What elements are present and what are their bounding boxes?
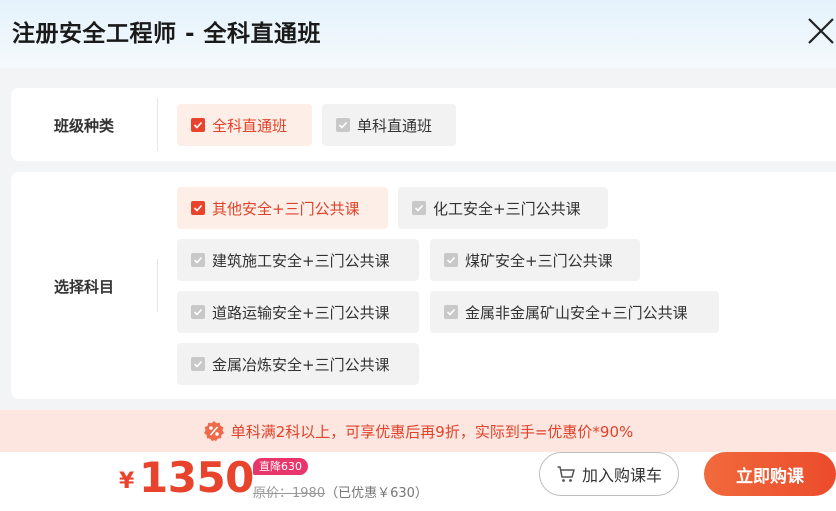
option-label: 金属非金属矿山安全+三门公共课 (465, 303, 688, 322)
checkbox-icon (444, 253, 458, 267)
subject-option[interactable]: 金属冶炼安全+三门公共课 (177, 343, 419, 385)
subject-option[interactable]: 建筑施工安全+三门公共课 (177, 239, 419, 281)
cart-icon (557, 466, 575, 482)
modal-header: 注册安全工程师 - 全科直通班 (0, 0, 836, 68)
purchase-footer: ¥ 1350 直降630 原价：1980（已优惠￥630） 加入购课车 立即购课 (0, 452, 836, 511)
option-label: 金属冶炼安全+三门公共课 (212, 355, 390, 374)
option-label: 化工安全+三门公共课 (433, 199, 581, 218)
promo-banner: 单科满2科以上，可享优惠后再9折，实际到手=优惠价*90% (0, 410, 836, 452)
class-type-label: 班级种类 (53, 117, 114, 135)
original-price-value: 1980 (292, 486, 326, 501)
checkbox-checked-icon (191, 201, 205, 215)
subject-option[interactable]: 其他安全+三门公共课 (177, 187, 388, 229)
add-to-cart-label: 加入购课车 (581, 466, 662, 485)
currency-symbol: ¥ (119, 469, 135, 494)
original-price-line: 原价：1980（已优惠￥630） (253, 482, 428, 501)
saved-amount: （已优惠￥630） (325, 486, 428, 501)
class-type-panel: 班级种类 全科直通班 单科直通班 (11, 88, 836, 161)
checkbox-icon (191, 357, 205, 371)
page-title: 注册安全工程师 - 全科直通班 (12, 21, 322, 47)
subject-panel: 选择科目 其他安全+三门公共课 化工安全+三门公共课 建筑施工安全+三门公共课 … (11, 172, 836, 399)
checkbox-icon (191, 253, 205, 267)
add-to-cart-button[interactable]: 加入购课车 (539, 452, 679, 496)
option-label: 建筑施工安全+三门公共课 (212, 251, 390, 270)
discount-badge: 直降630 (253, 458, 308, 475)
buy-now-button[interactable]: 立即购课 (704, 452, 836, 496)
original-price: 原价：1980 (253, 486, 325, 501)
checkbox-checked-icon (191, 118, 205, 132)
discount-percent-icon (203, 421, 224, 442)
close-icon[interactable] (806, 16, 836, 46)
option-full-subject-class[interactable]: 全科直通班 (177, 104, 312, 146)
option-single-subject-class[interactable]: 单科直通班 (322, 104, 456, 146)
option-label: 单科直通班 (357, 116, 433, 135)
subject-option[interactable]: 煤矿安全+三门公共课 (430, 239, 640, 281)
subject-option[interactable]: 金属非金属矿山安全+三门公共课 (430, 291, 719, 333)
subject-option[interactable]: 化工安全+三门公共课 (398, 187, 608, 229)
checkbox-icon (444, 305, 458, 319)
promo-text: 单科满2科以上，可享优惠后再9折，实际到手=优惠价*90% (230, 422, 634, 441)
option-label: 道路运输安全+三门公共课 (212, 303, 390, 322)
checkbox-icon (412, 201, 426, 215)
subject-label: 选择科目 (53, 278, 114, 296)
option-label: 全科直通班 (212, 116, 288, 135)
current-price: 1350 (139, 453, 254, 502)
option-label: 煤矿安全+三门公共课 (465, 251, 613, 270)
option-label: 其他安全+三门公共课 (212, 199, 360, 218)
checkbox-icon (191, 305, 205, 319)
subject-option[interactable]: 道路运输安全+三门公共课 (177, 291, 419, 333)
divider (157, 98, 158, 151)
buy-now-label: 立即购课 (736, 466, 804, 487)
original-price-label: 原价： (253, 486, 293, 501)
checkbox-icon (336, 118, 350, 132)
divider (157, 259, 158, 312)
